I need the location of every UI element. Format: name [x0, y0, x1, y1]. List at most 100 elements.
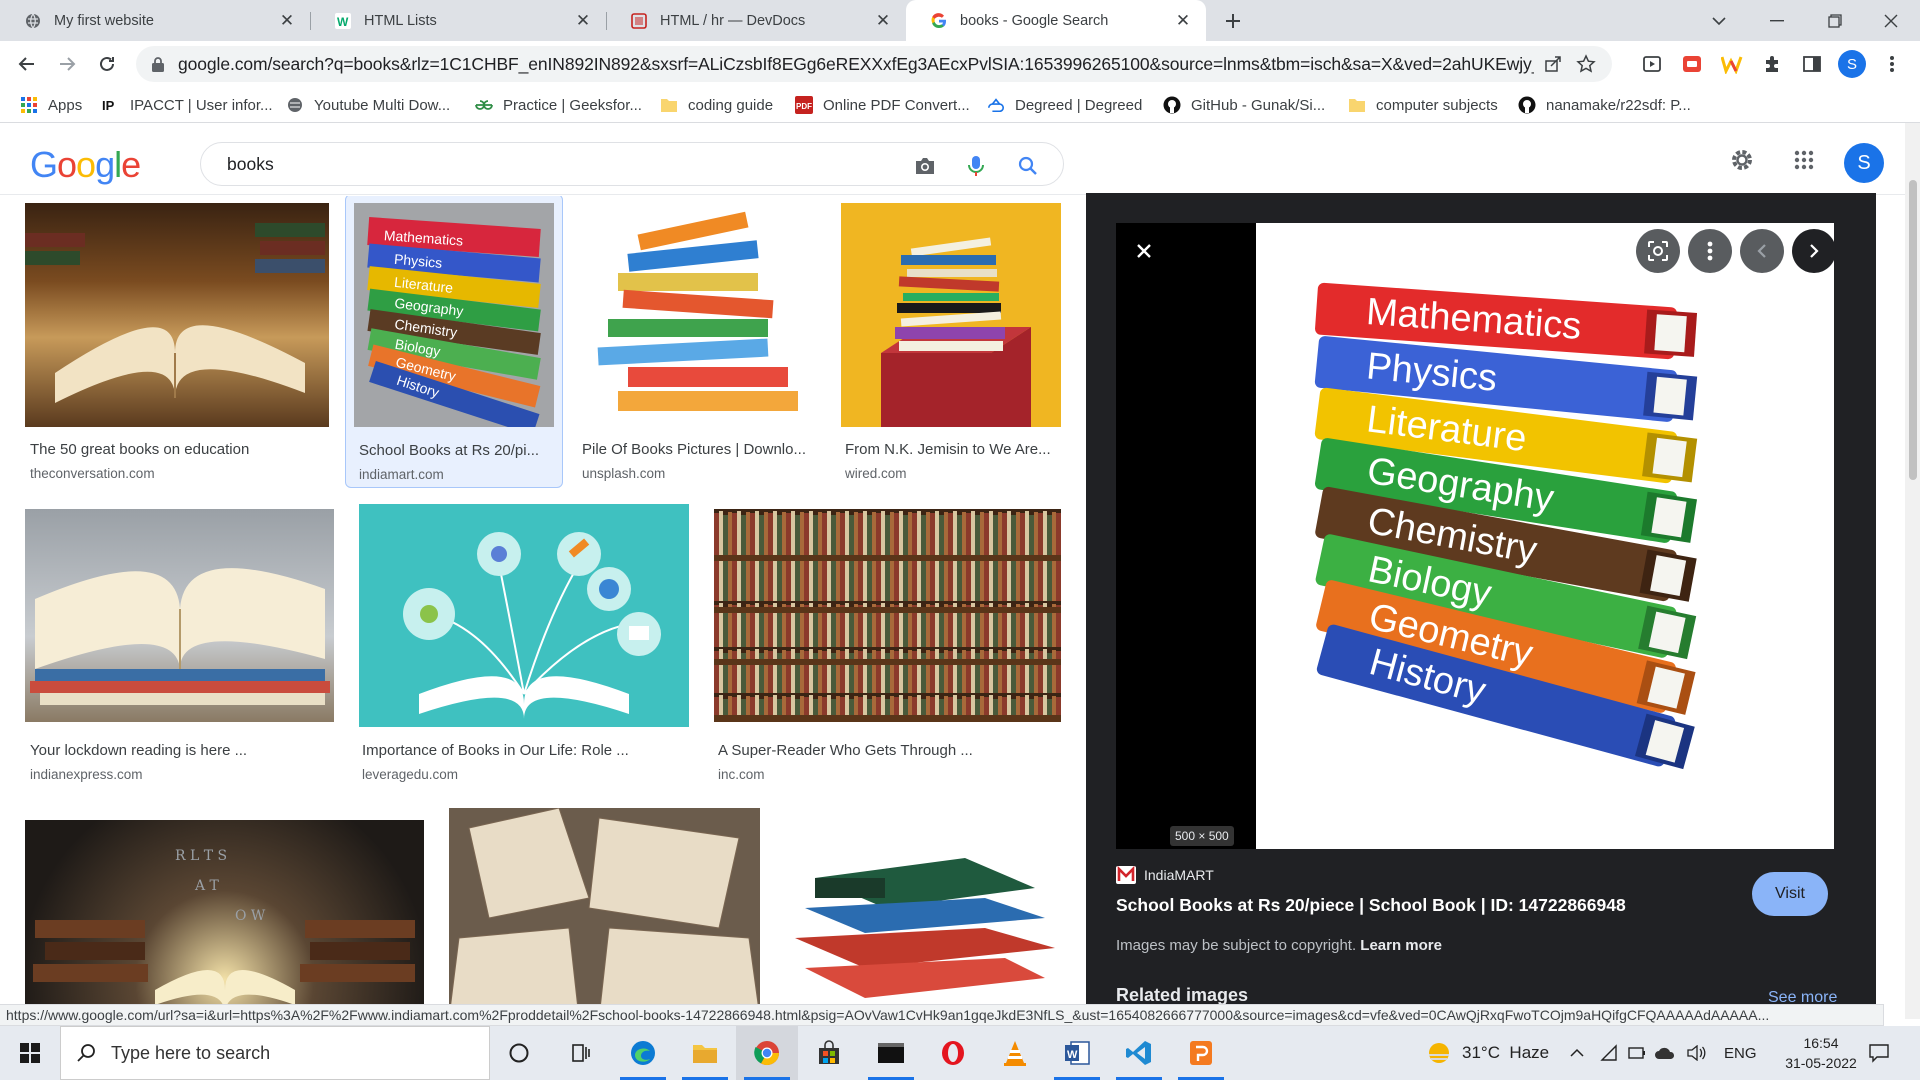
word-app[interactable]: W — [1046, 1026, 1108, 1080]
result-source[interactable]: theconversation.com — [30, 466, 155, 481]
settings-gear-icon[interactable] — [1727, 145, 1757, 175]
tab-search-button[interactable] — [1690, 0, 1748, 41]
more-options-button[interactable] — [1688, 229, 1732, 273]
result-source[interactable]: inc.com — [718, 767, 765, 782]
next-image-button[interactable] — [1792, 229, 1836, 273]
image-result[interactable]: From N.K. Jemisin to We Are... wired.com — [841, 198, 1063, 488]
address-bar[interactable]: google.com/search?q=books&rlz=1C1CHBF_en… — [136, 46, 1612, 82]
result-source[interactable]: indianexpress.com — [30, 767, 143, 782]
search-input[interactable]: books — [227, 154, 274, 175]
image-result[interactable]: Pile Of Books Pictures | Downlo... unspl… — [578, 198, 818, 488]
onedrive-cloud-icon[interactable] — [1654, 1026, 1676, 1080]
edge-app[interactable] — [612, 1026, 674, 1080]
result-caption[interactable]: The 50 great books on education — [30, 441, 330, 458]
clock[interactable]: 16:54 31-05-2022 — [1780, 1026, 1862, 1080]
bookmark-geeksforgeeks[interactable]: Practice | Geeksfor... — [475, 87, 642, 123]
store-app[interactable] — [798, 1026, 860, 1080]
scrollbar-thumb[interactable] — [1909, 180, 1917, 480]
notifications-icon[interactable] — [1868, 1026, 1890, 1080]
image-result[interactable] — [449, 808, 761, 1004]
pdf-extension-icon[interactable] — [1678, 50, 1706, 78]
tab-my-first-website[interactable]: My first website ✕ — [0, 0, 310, 41]
image-result[interactable]: The 50 great books on education theconve… — [20, 198, 334, 488]
result-source[interactable]: indiamart.com — [359, 467, 444, 482]
profile-avatar[interactable]: S — [1838, 50, 1866, 78]
search-icon[interactable] — [1015, 153, 1041, 179]
close-tab-icon[interactable]: ✕ — [1174, 11, 1192, 30]
back-button[interactable] — [10, 47, 44, 81]
google-apps-icon[interactable] — [1789, 145, 1819, 175]
restore-button[interactable] — [1806, 0, 1864, 41]
new-tab-button[interactable] — [1216, 4, 1250, 38]
bookmark-github-gunak[interactable]: GitHub - Gunak/Si... — [1163, 87, 1325, 123]
preview-image-frame[interactable]: Mathematics Physics Literature Geography Che… — [1116, 223, 1834, 849]
panel-source[interactable]: IndiaMART — [1116, 866, 1214, 884]
reload-button[interactable] — [90, 47, 124, 81]
learn-more-link[interactable]: Learn more — [1360, 937, 1442, 954]
panel-title[interactable]: School Books at Rs 20/piece | School Boo… — [1116, 895, 1626, 916]
vlc-app[interactable] — [984, 1026, 1046, 1080]
media-extension-icon[interactable] — [1638, 50, 1666, 78]
result-thumbnail[interactable] — [714, 509, 1061, 722]
image-result[interactable]: A Super-Reader Who Gets Through ... inc.… — [710, 504, 1066, 788]
image-result[interactable]: Importance of Books in Our Life: Role ..… — [354, 504, 694, 788]
camera-icon[interactable] — [912, 153, 938, 179]
forward-button[interactable] — [50, 47, 84, 81]
close-tab-icon[interactable]: ✕ — [874, 11, 892, 30]
tab-html-lists[interactable]: W HTML Lists ✕ — [310, 0, 606, 41]
result-thumbnail[interactable]: R L T S A T O W — [25, 820, 424, 1004]
share-icon[interactable] — [1544, 55, 1562, 73]
more-vert-icon[interactable] — [1878, 50, 1906, 78]
result-thumbnail[interactable] — [785, 808, 1061, 1004]
network-icon[interactable] — [1600, 1026, 1618, 1080]
bookmark-nanamake[interactable]: nanamake/r22sdf: P... — [1518, 87, 1691, 123]
google-logo[interactable]: Google — [30, 144, 141, 186]
result-thumbnail[interactable] — [25, 509, 334, 722]
close-tab-icon[interactable]: ✕ — [574, 11, 592, 30]
result-caption[interactable]: School Books at Rs 20/pi... — [359, 442, 555, 459]
image-result[interactable] — [785, 808, 1063, 1004]
volume-icon[interactable] — [1686, 1026, 1706, 1080]
lock-icon[interactable] — [152, 56, 164, 72]
result-source[interactable]: unsplash.com — [582, 466, 665, 481]
result-thumbnail[interactable]: Mathematics Physics Literature Geography… — [354, 203, 554, 427]
result-thumbnail[interactable] — [578, 203, 816, 427]
result-caption[interactable]: Your lockdown reading is here ... — [30, 742, 334, 759]
bookmark-coding-guide[interactable]: coding guide — [660, 87, 773, 123]
weather-widget[interactable]: 31°C Haze — [1426, 1026, 1549, 1080]
opera-app[interactable] — [922, 1026, 984, 1080]
result-thumbnail[interactable] — [449, 808, 760, 1004]
w-extension-icon[interactable] — [1718, 50, 1746, 78]
cortana-button[interactable] — [488, 1026, 550, 1080]
close-window-button[interactable] — [1862, 0, 1920, 41]
side-panel-icon[interactable] — [1798, 50, 1826, 78]
bookmark-computer-subjects[interactable]: computer subjects — [1348, 87, 1498, 123]
vscode-app[interactable] — [1108, 1026, 1170, 1080]
chrome-app[interactable] — [736, 1026, 798, 1080]
battery-icon[interactable] — [1628, 1026, 1646, 1080]
visit-button[interactable]: Visit — [1752, 872, 1828, 916]
result-caption[interactable]: Pile Of Books Pictures | Downlo... — [582, 441, 814, 458]
terminal-app[interactable] — [860, 1026, 922, 1080]
task-view-button[interactable] — [550, 1026, 612, 1080]
bookmark-ipacct[interactable]: IP IPACCT | User infor... — [102, 87, 273, 123]
preview-image[interactable]: MathematicsPhysicsLiteratureGeographyChe… — [1116, 223, 1834, 849]
bookmark-degreed[interactable]: Degreed | Degreed — [987, 87, 1142, 123]
taskbar-search[interactable]: Type here to search — [60, 1026, 490, 1080]
extensions-puzzle-icon[interactable] — [1758, 50, 1786, 78]
file-explorer-app[interactable] — [674, 1026, 736, 1080]
tab-devdocs[interactable]: HTML / hr — DevDocs ✕ — [606, 0, 906, 41]
result-thumbnail[interactable] — [359, 504, 689, 727]
search-box[interactable]: books — [200, 142, 1064, 186]
input-language[interactable]: ENG — [1724, 1026, 1757, 1080]
result-thumbnail[interactable] — [841, 203, 1061, 427]
close-tab-icon[interactable]: ✕ — [278, 11, 296, 30]
lens-search-button[interactable] — [1636, 229, 1680, 273]
bookmark-online-pdf[interactable]: PDF Online PDF Convert... — [795, 87, 970, 123]
pdf-app[interactable] — [1170, 1026, 1232, 1080]
start-button[interactable] — [0, 1026, 60, 1080]
result-caption[interactable]: From N.K. Jemisin to We Are... — [845, 441, 1061, 458]
result-caption[interactable]: A Super-Reader Who Gets Through ... — [718, 742, 1058, 759]
result-caption[interactable]: Importance of Books in Our Life: Role ..… — [362, 742, 692, 759]
bookmark-youtube-multi[interactable]: Youtube Multi Dow... — [286, 87, 450, 123]
